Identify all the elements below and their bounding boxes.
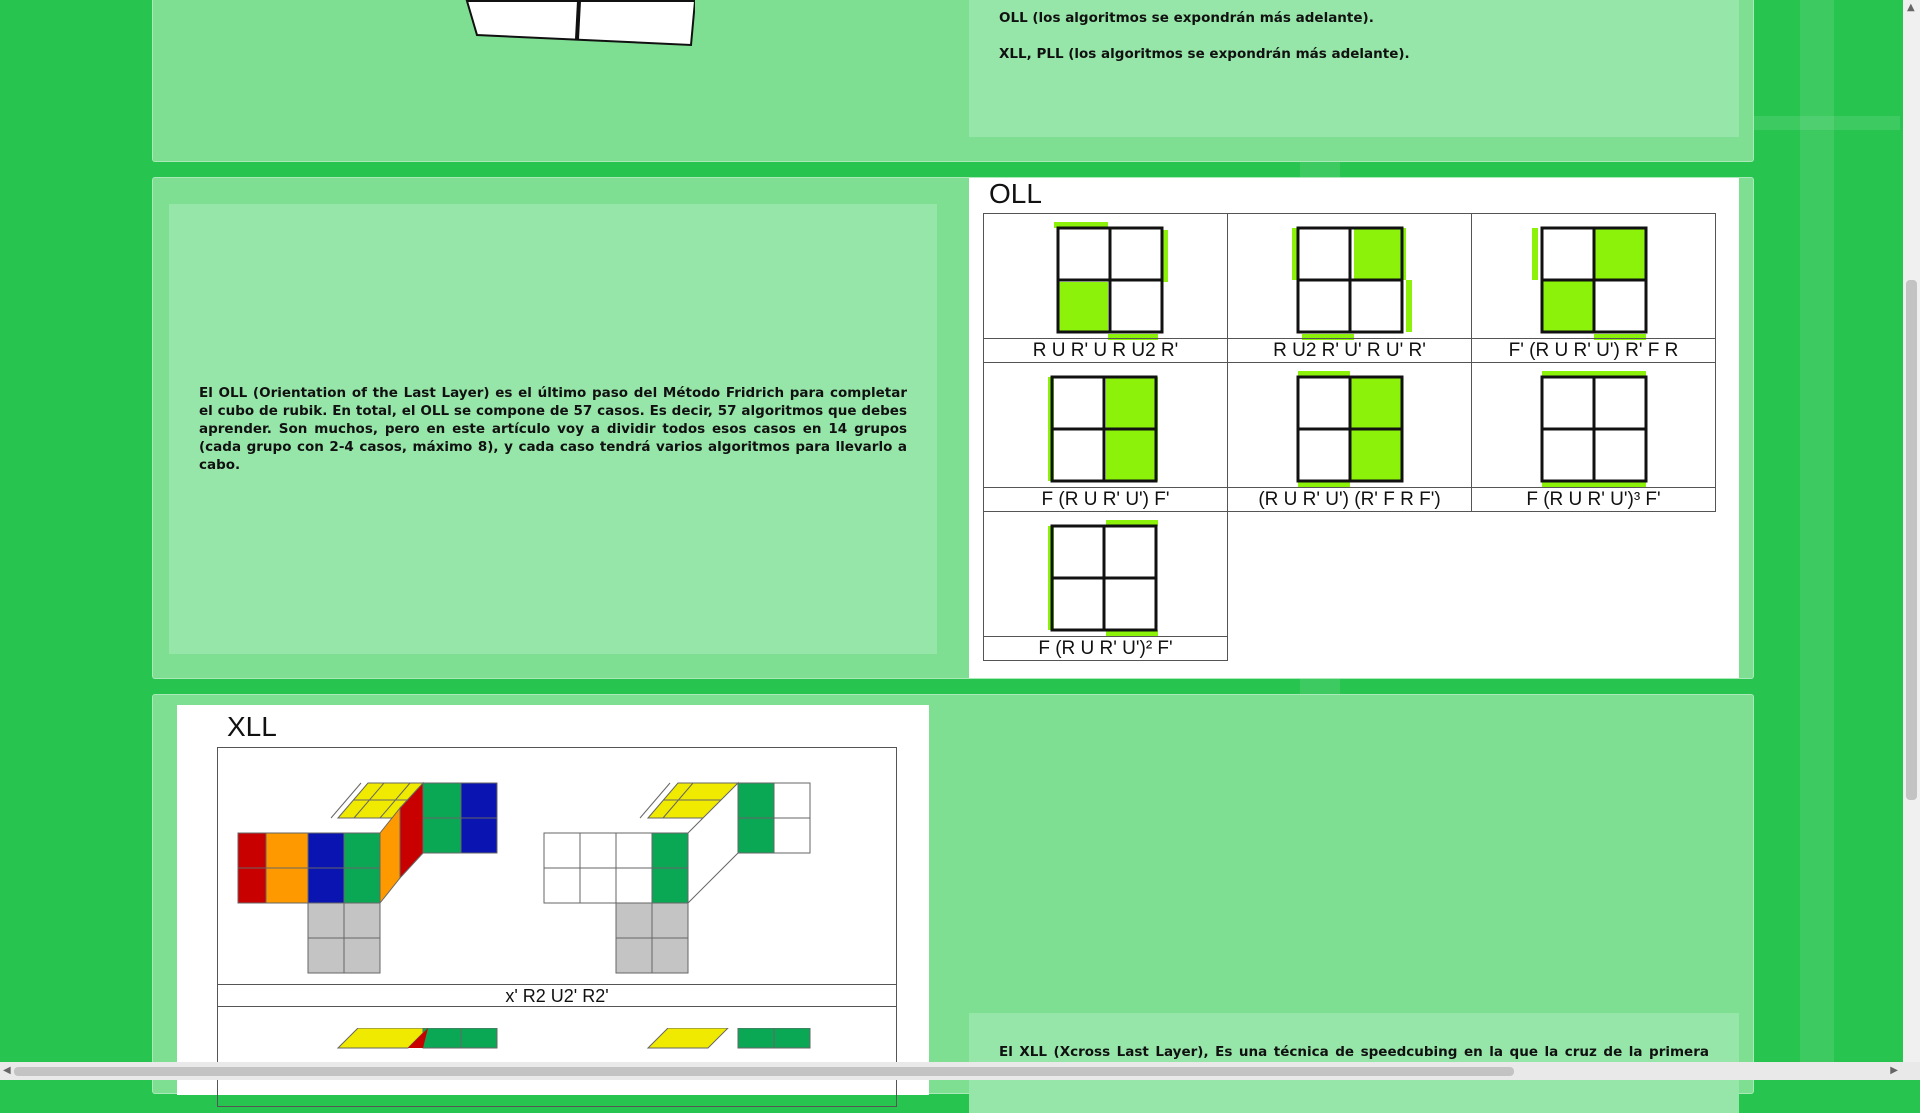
xll-frame: x' R2 U2' R2': [217, 747, 897, 1107]
top-text-line-2: XLL, PLL (los algoritmos se expondrán má…: [999, 46, 1410, 62]
oll-section-panel: El OLL (Orientation of the Last Layer) e…: [152, 177, 1754, 679]
oll-case-5-icon: [1296, 371, 1404, 487]
oll-case-7: F (R U R' U')² F': [983, 511, 1228, 661]
oll-case-3-label: F' (R U R' U') R' F R: [1472, 338, 1715, 362]
oll-case-5-label: (R U R' U') (R' F R F'): [1228, 487, 1471, 511]
top-section-panel: OLL (los algoritmos se expondrán más ade…: [152, 0, 1754, 162]
oll-case-1: R U R' U R U2 R': [983, 213, 1228, 363]
oll-case-1-icon: [1054, 222, 1168, 340]
oll-case-7-label: F (R U R' U')² F': [984, 636, 1227, 660]
oll-case-1-label: R U R' U R U2 R': [984, 338, 1227, 362]
oll-case-6-label: F (R U R' U')³ F': [1472, 487, 1715, 511]
oll-image-title: OLL: [989, 178, 1042, 209]
horizontal-scrollbar-thumb[interactable]: [14, 1067, 1514, 1076]
vertical-scrollbar[interactable]: ▲: [1903, 0, 1920, 1062]
vertical-scrollbar-thumb[interactable]: [1906, 280, 1917, 800]
oll-case-6-icon: [1540, 371, 1648, 487]
oll-case-4-label: F (R U R' U') F': [984, 487, 1227, 511]
xll-image-title: XLL: [227, 711, 277, 742]
scroll-up-arrow-icon[interactable]: ▲: [1907, 2, 1915, 13]
xll-section-panel: XLL x' R2 U2' R2' El XLL (Xcross Last La…: [152, 694, 1754, 1113]
oll-case-6: F (R U R' U')³ F': [1471, 362, 1716, 512]
oll-image: OLL R U R' U R U2 R' R U2 R' U' R U' R' …: [969, 178, 1739, 678]
xll-case-1-icon: [237, 781, 811, 974]
xll-divider: [218, 1006, 896, 1007]
oll-case-2-label: R U2 R' U' R U' R': [1228, 338, 1471, 362]
top-text-line-1: OLL (los algoritmos se expondrán más ade…: [999, 10, 1374, 26]
top-text-card: OLL (los algoritmos se expondrán más ade…: [969, 0, 1739, 137]
oll-case-5: (R U R' U') (R' F R F'): [1227, 362, 1472, 512]
background-light-beam: [1800, 0, 1834, 1080]
oll-case-4: F (R U R' U') F': [983, 362, 1228, 512]
oll-case-2: R U2 R' U' R U' R': [1227, 213, 1472, 363]
oll-case-7-icon: [1048, 520, 1158, 636]
oll-case-4-icon: [1048, 375, 1158, 483]
horizontal-scrollbar[interactable]: ◀ ▶: [0, 1062, 1920, 1080]
scroll-left-arrow-icon[interactable]: ◀: [3, 1065, 11, 1076]
xll-image: XLL x' R2 U2' R2': [177, 705, 929, 1107]
oll-case-2-icon: [1292, 226, 1412, 340]
oll-paragraph: El OLL (Orientation of the Last Layer) e…: [199, 385, 907, 473]
oll-case-3-icon: [1532, 226, 1648, 340]
cube-image-fragment: [465, 0, 697, 47]
xll-caption: x' R2 U2' R2': [505, 986, 609, 1006]
oll-text-card: El OLL (Orientation of the Last Layer) e…: [169, 204, 937, 654]
scroll-right-arrow-icon[interactable]: ▶: [1890, 1065, 1898, 1076]
oll-case-3: F' (R U R' U') R' F R: [1471, 213, 1716, 363]
xll-caption-row: x' R2 U2' R2': [218, 984, 896, 1007]
